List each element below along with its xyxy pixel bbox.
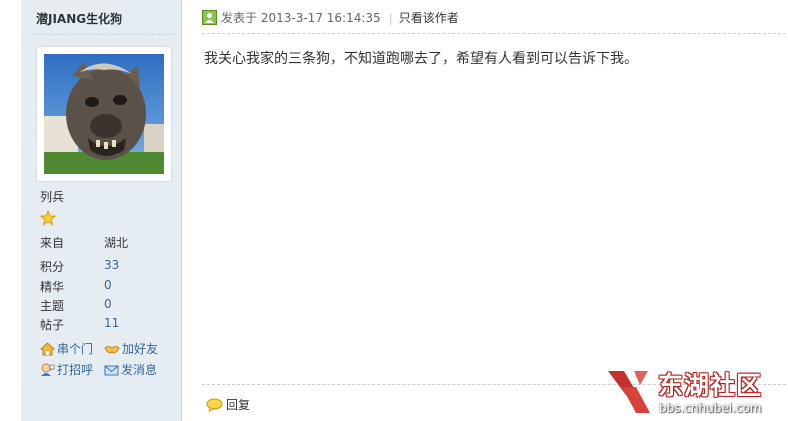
- brand-logo-icon: [608, 371, 650, 413]
- stat-label: 帖子: [40, 318, 65, 332]
- reply-bubble-icon: [206, 398, 223, 413]
- posted-prefix: 发表于: [221, 11, 258, 25]
- stat-label: 精华: [40, 280, 65, 294]
- greet-icon: [41, 363, 55, 376]
- send-message-label: 发消息: [121, 363, 158, 377]
- home-icon: [39, 342, 56, 356]
- page-margin: [0, 0, 21, 421]
- location-label: 来自: [40, 236, 65, 250]
- add-friend-button[interactable]: 加好友: [104, 340, 158, 357]
- post-meta: 发表于 2013-3-17 16:14:35 | 只看该作者: [202, 9, 459, 26]
- watermark-url: bbs.cnhubei.com: [659, 401, 762, 415]
- meta-separator: |: [388, 11, 393, 25]
- visit-home-button[interactable]: 串个门: [39, 340, 94, 357]
- send-message-button[interactable]: 发消息: [104, 361, 157, 378]
- visit-home-label: 串个门: [57, 342, 94, 356]
- reply-button[interactable]: 回复: [206, 396, 250, 413]
- location-value: 湖北: [104, 236, 129, 250]
- stat-label: 主题: [40, 299, 65, 313]
- avatar[interactable]: [44, 54, 164, 174]
- post-content: 我关心我家的三条狗，不知道跑哪去了，希望有人看到可以告诉下我。: [204, 51, 638, 67]
- author-sidebar: 潜JIANG生化狗 列兵 来自 湖北 积分 33 精华 0 主题 0 帖子 11…: [21, 0, 182, 421]
- watermark-brand: 东湖社区: [658, 371, 763, 400]
- reply-label: 回复: [226, 398, 251, 412]
- post-header-divider: [202, 33, 786, 34]
- avatar-frame: [36, 46, 172, 182]
- online-user-icon: [202, 10, 217, 25]
- site-watermark: 东湖社区 bbs.cnhubei.com: [604, 363, 786, 419]
- greet-button[interactable]: 打招呼: [40, 361, 93, 378]
- stat-value[interactable]: 0: [104, 297, 112, 311]
- envelope-icon: [104, 365, 119, 376]
- author-name[interactable]: 潜JIANG生化狗: [36, 10, 122, 27]
- star-icon: [40, 210, 56, 226]
- stat-value[interactable]: 11: [104, 316, 119, 330]
- user-group: 列兵: [40, 190, 65, 204]
- add-friend-label: 加好友: [122, 342, 159, 356]
- sidebar-divider: [31, 34, 175, 35]
- only-author-link[interactable]: 只看该作者: [399, 11, 459, 25]
- stat-value[interactable]: 0: [104, 278, 112, 292]
- stat-label: 积分: [40, 260, 65, 274]
- greet-label: 打招呼: [57, 363, 94, 377]
- stat-value[interactable]: 33: [104, 258, 119, 272]
- handshake-icon: [104, 346, 120, 354]
- post-timestamp: 2013-3-17 16:14:35: [260, 11, 381, 25]
